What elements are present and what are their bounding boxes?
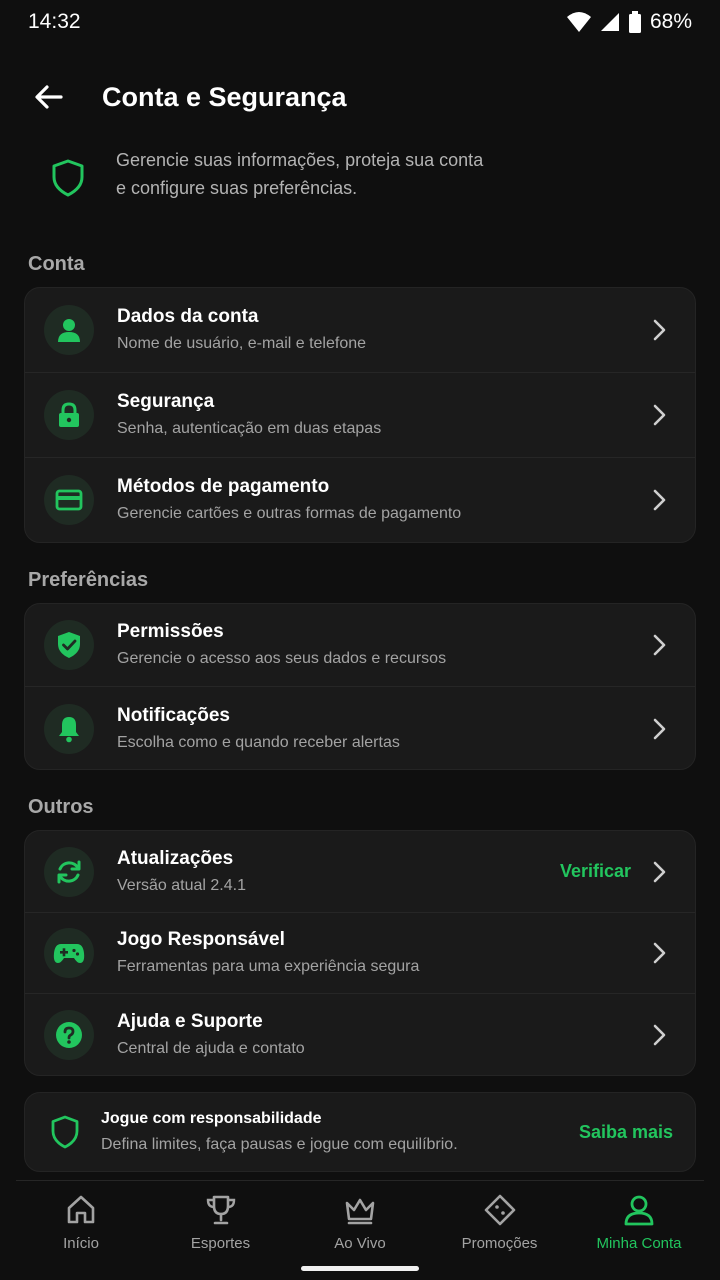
list-item-permissoes[interactable]: Permissões Gerencie o acesso aos seus da… bbox=[25, 604, 695, 687]
status-icons: 68% bbox=[566, 10, 692, 34]
ticket-icon bbox=[484, 1194, 515, 1226]
nav-item-ao-vivo[interactable]: Ao Vivo bbox=[295, 1181, 425, 1260]
banner-subtitle: Defina limites, faça pausas e jogue com … bbox=[101, 1136, 458, 1153]
item-title: Métodos de pagamento bbox=[117, 476, 330, 497]
item-title: Notificações bbox=[117, 704, 230, 726]
list-item-ajuda-e-suporte[interactable]: Ajuda e Suporte Central de ajuda e conta… bbox=[25, 994, 695, 1075]
chevron-right-icon bbox=[653, 404, 666, 426]
battery-icon bbox=[628, 11, 641, 33]
intro-text-line2: e configure suas preferências. bbox=[116, 178, 358, 198]
icon-circle bbox=[44, 475, 94, 525]
battery-level: 68% bbox=[649, 10, 692, 33]
list-item-seguranca[interactable]: Segurança Senha, autenticação em duas et… bbox=[25, 373, 695, 458]
shield-icon bbox=[52, 159, 84, 197]
status-bar: 14:32 68% bbox=[0, 0, 720, 44]
item-title: Atualizações bbox=[117, 847, 234, 869]
shield-icon bbox=[51, 1115, 79, 1149]
chevron-right-icon bbox=[653, 489, 666, 511]
banner-title: Jogue com responsabilidade bbox=[101, 1110, 322, 1127]
chevron-right-icon bbox=[653, 319, 666, 341]
list-item-dados-da-conta[interactable]: Dados da conta Nome de usuário, e-mail e… bbox=[25, 288, 695, 373]
nav-label: Promoções bbox=[461, 1235, 538, 1252]
nav-item-minha-conta[interactable]: Minha Conta bbox=[574, 1181, 704, 1260]
lock-icon bbox=[59, 402, 79, 427]
nav-label: Início bbox=[63, 1235, 99, 1252]
trophy-icon bbox=[206, 1195, 235, 1225]
credit-card-icon bbox=[55, 489, 83, 511]
item-subtitle: Nome de usuário, e-mail e telefone bbox=[117, 335, 367, 352]
list-item-notificacoes[interactable]: Notificações Escolha como e quando receb… bbox=[25, 687, 695, 769]
section-title-outros: Outros bbox=[28, 796, 94, 818]
item-subtitle: Escolha como e quando receber alertas bbox=[117, 733, 400, 751]
home-indicator[interactable] bbox=[301, 1266, 419, 1271]
nav-item-promocoes[interactable]: Promoções bbox=[435, 1181, 565, 1260]
gamepad-icon bbox=[53, 944, 85, 963]
chevron-right-icon bbox=[653, 942, 666, 964]
help-icon bbox=[56, 1022, 82, 1048]
item-title: Segurança bbox=[117, 391, 215, 412]
section-title-conta: Conta bbox=[28, 253, 85, 275]
refresh-icon bbox=[57, 860, 81, 883]
chevron-right-icon bbox=[653, 718, 666, 739]
wifi-icon bbox=[566, 12, 591, 32]
item-subtitle: Gerencie o acesso aos seus dados e recur… bbox=[117, 650, 447, 667]
chevron-right-icon bbox=[653, 861, 666, 882]
card-outros: Atualizações Versão atual 2.4.1 Verifica… bbox=[24, 830, 696, 1076]
item-title: Dados da conta bbox=[117, 306, 259, 327]
learn-more-link[interactable]: Saiba mais bbox=[579, 1122, 673, 1143]
app-header: Conta e Segurança bbox=[0, 64, 720, 130]
intro-text-line1: Gerencie suas informações, proteja sua c… bbox=[116, 150, 484, 170]
item-subtitle: Senha, autenticação em duas etapas bbox=[117, 420, 382, 437]
section-title-preferencias: Preferências bbox=[28, 569, 149, 591]
nav-item-esportes[interactable]: Esportes bbox=[156, 1181, 286, 1260]
nav-label: Esportes bbox=[190, 1235, 251, 1252]
item-title: Ajuda e Suporte bbox=[117, 1011, 263, 1032]
crown-icon bbox=[345, 1198, 375, 1225]
list-item-metodos-de-pagamento[interactable]: Métodos de pagamento Gerencie cartões e … bbox=[25, 458, 695, 542]
responsible-gaming-banner: Jogue com responsabilidade Defina limite… bbox=[24, 1092, 696, 1172]
chevron-right-icon bbox=[653, 634, 666, 656]
back-button[interactable] bbox=[19, 67, 79, 127]
card-preferencias: Permissões Gerencie o acesso aos seus da… bbox=[24, 603, 696, 770]
shield-check-icon bbox=[58, 632, 80, 658]
user-outline-icon bbox=[624, 1195, 654, 1226]
icon-circle bbox=[44, 1010, 94, 1060]
item-title: Permissões bbox=[117, 621, 224, 642]
list-item-jogo-responsavel[interactable]: Jogo Responsável Ferramentas para uma ex… bbox=[25, 913, 695, 994]
item-subtitle: Ferramentas para uma experiência segura bbox=[117, 958, 420, 975]
bottom-nav: Início Esportes Ao Vivo Promoções Minha … bbox=[16, 1180, 704, 1260]
icon-circle bbox=[44, 928, 94, 978]
nav-label: Ao Vivo bbox=[334, 1235, 386, 1252]
nav-label: Minha Conta bbox=[596, 1235, 682, 1252]
intro-text: Gerencie suas informações, proteja sua c… bbox=[116, 146, 536, 202]
icon-circle bbox=[44, 620, 94, 670]
item-title: Jogo Responsável bbox=[117, 929, 285, 950]
signal-icon bbox=[600, 13, 619, 31]
icon-circle bbox=[44, 305, 94, 355]
card-conta: Dados da conta Nome de usuário, e-mail e… bbox=[24, 287, 696, 543]
nav-item-inicio[interactable]: Início bbox=[16, 1181, 146, 1260]
verify-updates-button[interactable]: Verificar bbox=[560, 861, 631, 882]
intro: Gerencie suas informações, proteja sua c… bbox=[0, 146, 720, 216]
chevron-right-icon bbox=[653, 1024, 666, 1046]
list-item-atualizacoes[interactable]: Atualizações Versão atual 2.4.1 Verifica… bbox=[25, 831, 695, 913]
item-subtitle: Central de ajuda e contato bbox=[117, 1040, 305, 1057]
item-subtitle: Gerencie cartões e outras formas de paga… bbox=[117, 505, 462, 522]
icon-circle bbox=[44, 846, 94, 897]
item-subtitle: Versão atual 2.4.1 bbox=[117, 876, 246, 894]
user-icon bbox=[58, 319, 80, 342]
page-title: Conta e Segurança bbox=[102, 81, 347, 112]
icon-circle bbox=[44, 390, 94, 440]
home-icon bbox=[67, 1195, 95, 1224]
bell-icon bbox=[59, 716, 79, 742]
icon-circle bbox=[44, 703, 94, 754]
arrow-left-icon bbox=[35, 85, 63, 109]
status-time: 14:32 bbox=[28, 10, 81, 33]
